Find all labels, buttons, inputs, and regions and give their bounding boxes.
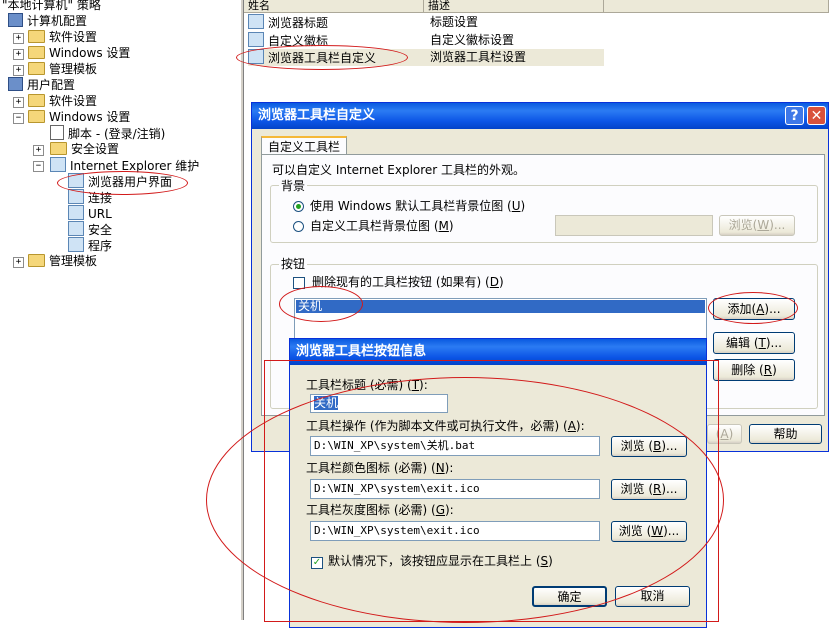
programs-icon [68, 237, 84, 252]
security-icon [50, 142, 67, 155]
folder-icon [28, 94, 45, 107]
computer-icon [8, 13, 23, 27]
radio-custom-bg[interactable] [293, 221, 304, 232]
url-icon [68, 205, 84, 220]
column-header-desc[interactable]: 描述 [424, 0, 604, 13]
intro-text: 可以自定义 Internet Explorer 工具栏的外观。 [272, 163, 526, 177]
tree-item-uc-connection[interactable]: 连接 [68, 189, 112, 205]
caption-input[interactable]: 关机 [310, 394, 448, 413]
tree-item-uc-windows[interactable]: Windows 设置 [28, 109, 130, 125]
default-show-checkbox[interactable]: ✓ [311, 557, 323, 569]
tree-item-uc-ie[interactable]: Internet Explorer 维护 [50, 157, 199, 173]
ie-maintenance-icon [50, 157, 66, 172]
browse-action-button[interactable]: 浏览 (B)... [611, 436, 687, 457]
tree-item-uc-ie-security[interactable]: 安全 [68, 221, 112, 237]
action-input[interactable]: D:\WIN_XP\system\关机.bat [310, 436, 600, 456]
browse-bg-button: 浏览(W)... [719, 215, 795, 236]
expand-plus-icon[interactable]: + [33, 145, 44, 156]
radio-default-bg-label: 使用 Windows 默认工具栏背景位图 (U) [310, 199, 526, 213]
tree-item-uc-software[interactable]: 软件设置 [28, 93, 97, 109]
remove-existing-checkbox[interactable] [293, 277, 305, 289]
toolbar-button-info-dialog: 浏览器工具栏按钮信息 工具栏标题 (必需) (T): 关机 工具栏操作 (作为脚… [289, 338, 707, 628]
toolbar-button-item[interactable]: 关机 [296, 300, 705, 313]
column-header-name[interactable]: 姓名 [244, 0, 424, 13]
list-row-custom-logo[interactable]: 自定义徽标 自定义徽标设置 [248, 32, 604, 49]
collapse-minus-icon[interactable]: − [33, 161, 44, 172]
collapse-minus-icon[interactable]: − [13, 113, 24, 124]
folder-icon [28, 62, 45, 75]
edit-button[interactable]: 编辑 (T)... [713, 332, 795, 354]
tab-custom-toolbar[interactable]: 自定义工具栏 [261, 136, 348, 155]
expand-plus-icon[interactable]: + [13, 33, 24, 44]
add-button[interactable]: 添加(A)... [713, 298, 795, 320]
radio-custom-bg-label: 自定义工具栏背景位图 (M) [310, 219, 454, 233]
tree-item-uc-programs[interactable]: 程序 [68, 237, 112, 253]
tree-root[interactable]: "本地计算机" 策略 [2, 0, 101, 13]
folder-icon [28, 254, 45, 267]
hidden-apply-button: (A) [707, 424, 742, 444]
tree-item-computer-config[interactable]: 计算机配置 [8, 13, 87, 29]
default-show-label: 默认情况下，该按钮应显示在工具栏上 (S) [328, 554, 553, 568]
color-icon-label: 工具栏颜色图标 (必需) (N): [306, 461, 454, 475]
tree-item-cc-admin[interactable]: 管理模板 [28, 61, 97, 77]
delete-button[interactable]: 删除 (R) [713, 359, 795, 381]
caption-label: 工具栏标题 (必需) (T): [306, 378, 428, 392]
tree-item-user-config[interactable]: 用户配置 [8, 77, 75, 93]
tree-item-cc-windows[interactable]: Windows 设置 [28, 45, 130, 61]
setting-icon [248, 49, 264, 64]
browse-gray-button[interactable]: 浏览 (W)... [611, 521, 687, 542]
tree-item-uc-security[interactable]: 安全设置 [50, 141, 119, 157]
buttons-group-label: 按钮 [279, 257, 308, 271]
expand-plus-icon[interactable]: + [13, 97, 24, 108]
expand-plus-icon[interactable]: + [13, 257, 24, 268]
setting-icon [248, 32, 264, 47]
folder-open-icon [28, 110, 45, 123]
connection-icon [68, 189, 84, 204]
script-icon [50, 125, 64, 140]
tree-item-cc-software[interactable]: 软件设置 [28, 29, 97, 45]
folder-icon [28, 30, 45, 43]
cancel-button[interactable]: 取消 [615, 586, 690, 607]
column-header-empty [604, 0, 829, 13]
lock-icon [68, 221, 84, 236]
browser-ui-icon [68, 173, 84, 188]
remove-existing-label: 删除现有的工具栏按钮 (如果有) (D) [312, 275, 504, 289]
color-icon-input[interactable]: D:\WIN_XP\system\exit.ico [310, 479, 600, 499]
close-icon[interactable]: ✕ [807, 106, 826, 125]
action-label: 工具栏操作 (作为脚本文件或可执行文件，必需) (A): [306, 419, 585, 433]
gray-icon-input[interactable]: D:\WIN_XP\system\exit.ico [310, 521, 600, 541]
radio-default-bg[interactable] [293, 201, 304, 212]
list-row-browser-title[interactable]: 浏览器标题 标题设置 [248, 14, 604, 31]
dialog2-titlebar[interactable]: 浏览器工具栏按钮信息 [290, 339, 706, 365]
custom-bg-path-input [555, 215, 713, 236]
tree-item-uc-admin[interactable]: 管理模板 [28, 253, 97, 269]
expand-plus-icon[interactable]: + [13, 49, 24, 60]
gray-icon-label: 工具栏灰度图标 (必需) (G): [306, 503, 454, 517]
user-config-icon [8, 77, 23, 91]
policy-tree: "本地计算机" 策略 计算机配置 + 软件设置 + Windows 设置 + 管… [0, 0, 240, 620]
dialog-titlebar[interactable]: 浏览器工具栏自定义 ? ✕ [252, 103, 828, 129]
tree-item-uc-url[interactable]: URL [68, 205, 112, 221]
background-group-label: 背景 [279, 179, 308, 193]
list-row-toolbar-custom[interactable]: 浏览器工具栏自定义 浏览器工具栏设置 [248, 49, 604, 66]
ok-button[interactable]: 确定 [532, 586, 607, 607]
expand-plus-icon[interactable]: + [13, 65, 24, 76]
help-button[interactable]: 帮助 [749, 424, 822, 444]
tree-item-uc-browser-ui[interactable]: 浏览器用户界面 [68, 173, 172, 189]
setting-icon [248, 14, 264, 29]
browse-color-button[interactable]: 浏览 (R)... [611, 479, 687, 500]
tree-item-uc-scripts[interactable]: 脚本 - (登录/注销) [50, 125, 165, 141]
help-icon[interactable]: ? [785, 106, 804, 125]
folder-icon [28, 46, 45, 59]
